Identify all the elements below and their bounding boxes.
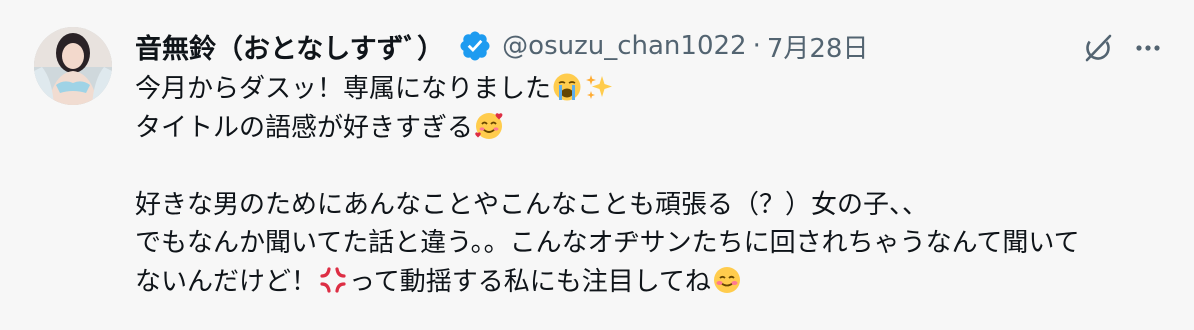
display-name[interactable]: 音無鈴（おとなしすずﾞ） xyxy=(135,27,444,66)
more-options-icon[interactable] xyxy=(1128,28,1168,68)
grok-icon[interactable] xyxy=(1078,28,1118,68)
separator-dot: · xyxy=(752,31,761,61)
sparkles-emoji xyxy=(586,75,613,99)
verified-badge-icon[interactable] xyxy=(458,29,492,63)
tweet-line-text: でもなんか聞いてた話と違う。。こんなオヂサンたちに回されちゃうなんて聞いて xyxy=(135,228,1080,258)
anger-symbol-emoji xyxy=(320,266,346,293)
smiling-face-with-hearts-emoji xyxy=(475,112,503,139)
tweet-card[interactable]: 音無鈴（おとなしすずﾞ） @osuzu_chan1022 · 7月28日 今月か… xyxy=(0,0,1194,330)
avatar-image xyxy=(34,27,112,105)
tweet-line-text: タイトルの語感が好きすぎる xyxy=(135,112,474,143)
tweet-line: でもなんか聞いてた話と違う。。こんなオヂサンたちに回されちゃうなんて聞いて xyxy=(135,224,1175,263)
tweet-line-text-before: ないんだけど！ xyxy=(135,266,318,297)
tweet-line-text-after: って動揺する私にも注目してね xyxy=(349,266,711,297)
tweet-line-text: 好きな男のためにあんなことやこんなことも頑張る（？）女の子、、 xyxy=(135,189,929,220)
tweet-line-empty xyxy=(135,147,1175,186)
avatar[interactable] xyxy=(34,27,112,105)
tweet-text: 今月からダスッ！専属になりました タイトルの語感が好きすぎる 好きな男のためにあ… xyxy=(135,70,1175,301)
tweet-header: 音無鈴（おとなしすずﾞ） @osuzu_chan1022 · 7月28日 xyxy=(135,20,868,72)
tweet-line: 好きな男のためにあんなことやこんなことも頑張る（？）女の子、、 xyxy=(135,186,1175,225)
smiling-face-emoji xyxy=(713,266,740,293)
tweet-line: タイトルの語感が好きすぎる xyxy=(135,109,1175,148)
tweet-line-text: 今月からダスッ！専属になりました xyxy=(135,74,552,104)
user-handle[interactable]: @osuzu_chan1022 xyxy=(502,31,746,61)
tweet-date[interactable]: 7月28日 xyxy=(767,28,869,65)
tweet-line: 今月からダスッ！専属になりました xyxy=(135,70,1175,109)
loudly-crying-face-emoji xyxy=(553,73,581,101)
tweet-line: ないんだけど！ って動揺する私にも注目してね xyxy=(135,263,1175,302)
